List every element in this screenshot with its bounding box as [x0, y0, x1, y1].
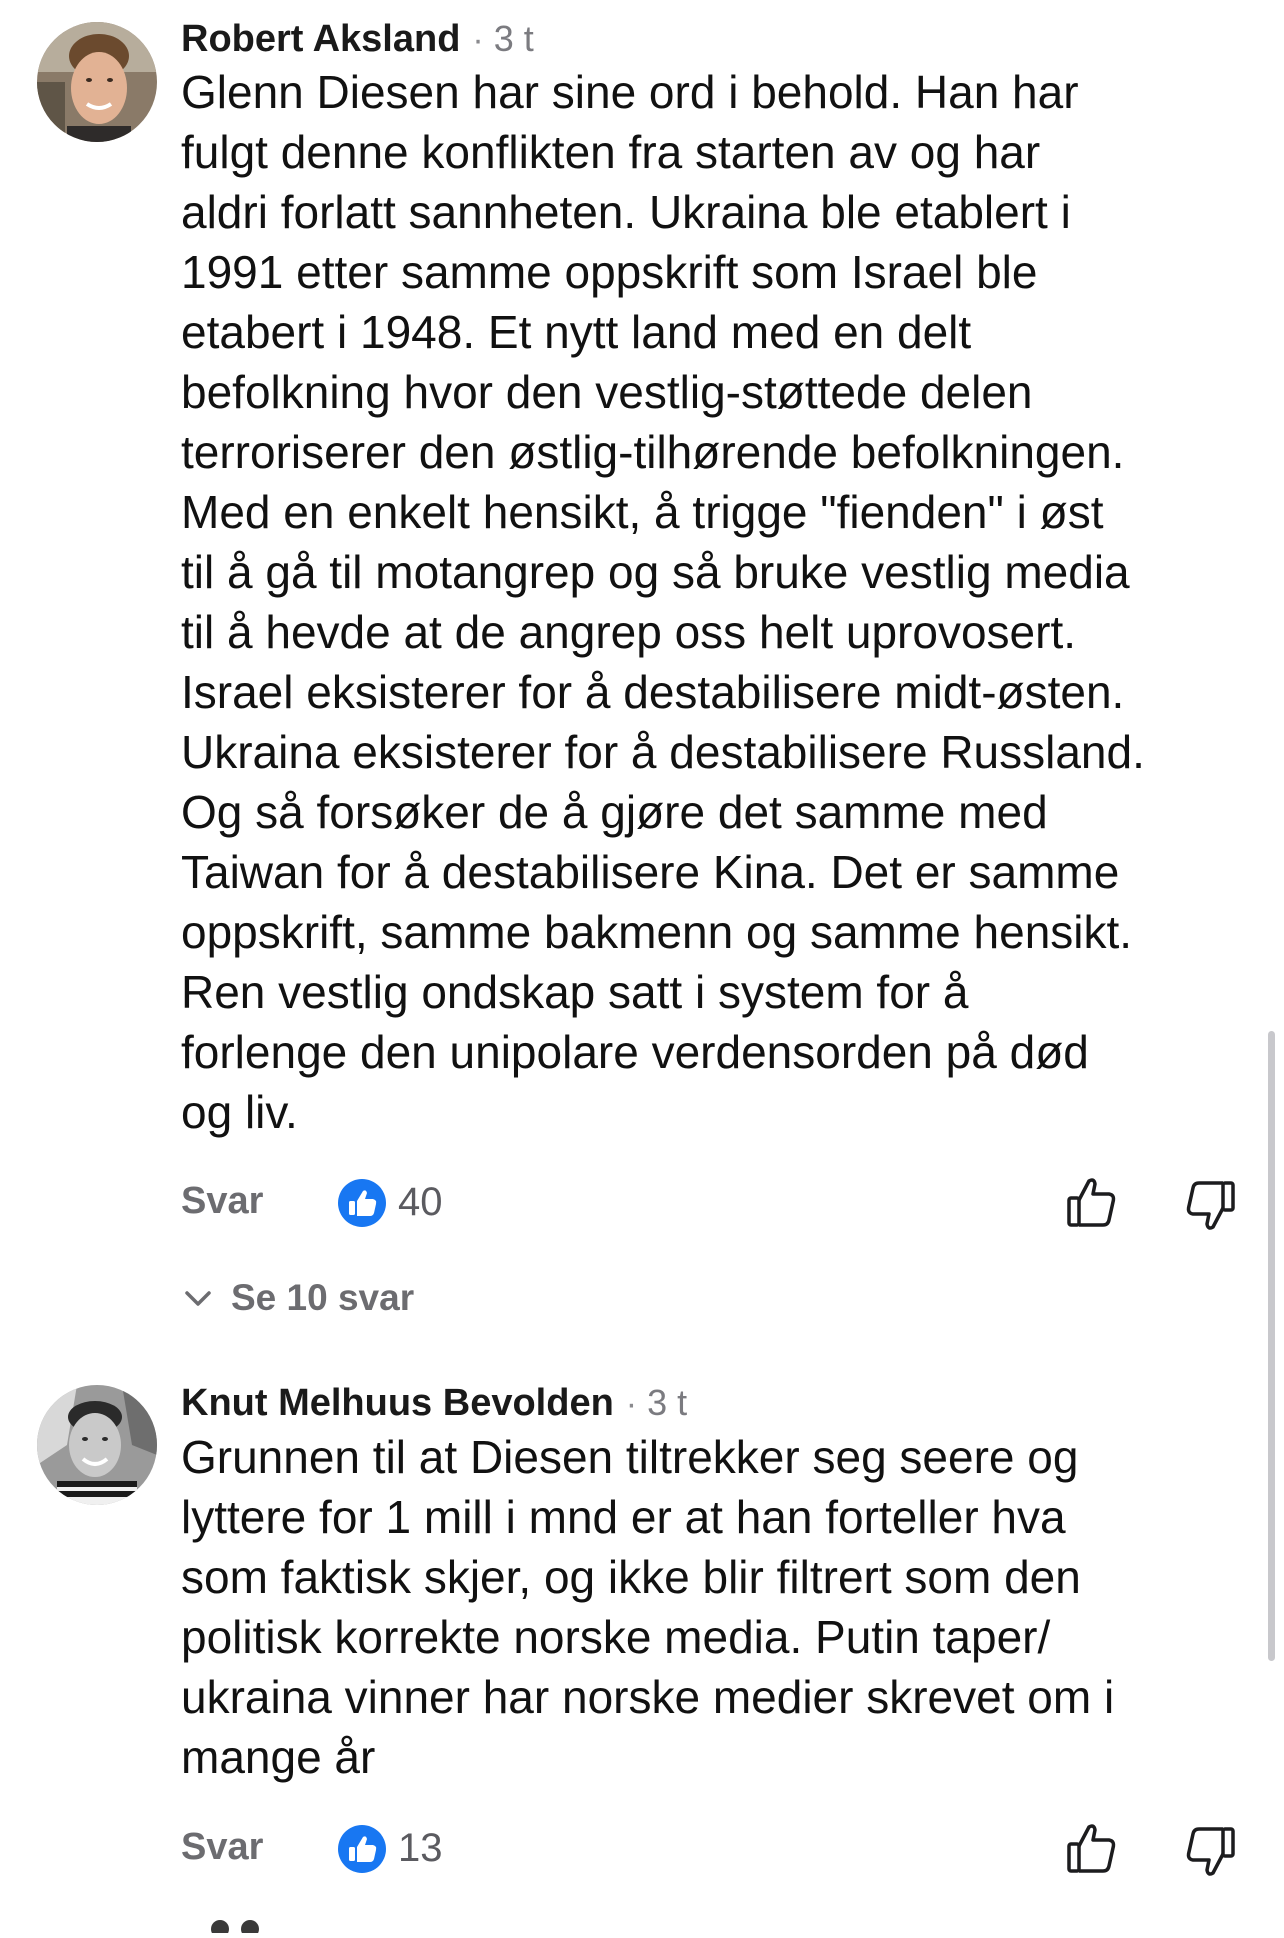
avatar[interactable]: [37, 1385, 157, 1505]
like-reaction-icon: [337, 1824, 387, 1874]
comment-text-line: 1991 etter samme oppskrift som Israel bl…: [181, 246, 1038, 298]
separator-dot: ·: [625, 1385, 638, 1423]
comment-text: Grunnen til at Diesen tiltrekker seg see…: [181, 1427, 1271, 1787]
timestamp[interactable]: 3 t: [494, 18, 534, 60]
comment-text-line: og liv.: [181, 1086, 298, 1138]
see-replies-button[interactable]: Se 10 svar: [181, 1276, 414, 1320]
comment-text-line: ukraina vinner har norske medier skrevet…: [181, 1671, 1115, 1723]
like-count: 40: [398, 1180, 443, 1224]
comment-text-line: aldri forlatt sannheten. Ukraina ble eta…: [181, 186, 1071, 238]
like-count: 13: [398, 1826, 443, 1870]
comment-actions: Svar 40: [0, 1172, 1284, 1236]
see-replies-label: Se 10 svar: [231, 1277, 415, 1318]
comment-text-line: til å hevde at de angrep oss helt uprovo…: [181, 606, 1077, 658]
comment-text-line: Ren vestlig ondskap satt i system for å: [181, 966, 969, 1018]
comment-actions: Svar 13: [0, 1818, 1284, 1882]
chevron-down-icon: [185, 1291, 211, 1306]
comment-text-line: som faktisk skjer, og ikke blir filtrert…: [181, 1551, 1081, 1603]
author-name[interactable]: Robert Aksland: [181, 18, 460, 61]
comment-text-line: Israel eksisterer for å destabilisere mi…: [181, 666, 1125, 718]
comment-text: Glenn Diesen har sine ord i behold. Han …: [181, 62, 1271, 1142]
comment-header: Knut Melhuus Bevolden · 3 t: [181, 1382, 687, 1425]
comment-text-line: lyttere for 1 mill i mnd er at han forte…: [181, 1491, 1066, 1543]
comment-text-line: etabert i 1948. Et nytt land med en delt: [181, 306, 972, 358]
avatar[interactable]: [37, 22, 157, 142]
comment-text-line: Taiwan for å destabilisere Kina. Det er …: [181, 846, 1120, 898]
thumbs-up-icon[interactable]: [1062, 1818, 1122, 1882]
comment-text-line: Glenn Diesen har sine ord i behold. Han …: [181, 66, 1079, 118]
reply-button[interactable]: Svar: [181, 1180, 263, 1223]
comment-text-line: befolkning hvor den vestlig-støttede del…: [181, 366, 1033, 418]
scrollbar[interactable]: [1268, 1031, 1275, 1661]
comment-text-line: politisk korrekte norske media. Putin ta…: [181, 1611, 1051, 1663]
like-reaction-icon: [337, 1178, 387, 1228]
author-name[interactable]: Knut Melhuus Bevolden: [181, 1382, 614, 1425]
thumbs-down-icon[interactable]: [1180, 1818, 1240, 1882]
comment-text-line: fulgt denne konflikten fra starten av og…: [181, 126, 1041, 178]
comment-text-line: Grunnen til at Diesen tiltrekker seg see…: [181, 1431, 1079, 1483]
comment-text-line: til å gå til motangrep og så bruke vestl…: [181, 546, 1130, 598]
next-comment-peek: [200, 1915, 320, 1938]
comment-text-line: oppskrift, samme bakmenn og samme hensik…: [181, 906, 1133, 958]
separator-dot: ·: [472, 21, 484, 59]
comment-text-line: Ukraina eksisterer for å destabilisere R…: [181, 726, 1145, 778]
comment-header: Robert Aksland · 3 t: [181, 18, 534, 61]
comment-text-line: Med en enkelt hensikt, å trigge "fienden…: [181, 486, 1104, 538]
reply-button[interactable]: Svar: [181, 1826, 263, 1869]
timestamp[interactable]: 3 t: [647, 1382, 687, 1424]
comment-text-line: terroriserer den østlig-tilhørende befol…: [181, 426, 1125, 478]
comment-text-line: Og så forsøker de å gjøre det samme med: [181, 786, 1048, 838]
comment-text-line: forlenge den unipolare verdensorden på d…: [181, 1026, 1089, 1078]
comment-text-line: mange år: [181, 1731, 376, 1783]
thumbs-up-icon[interactable]: [1062, 1172, 1122, 1236]
thumbs-down-icon[interactable]: [1180, 1172, 1240, 1236]
